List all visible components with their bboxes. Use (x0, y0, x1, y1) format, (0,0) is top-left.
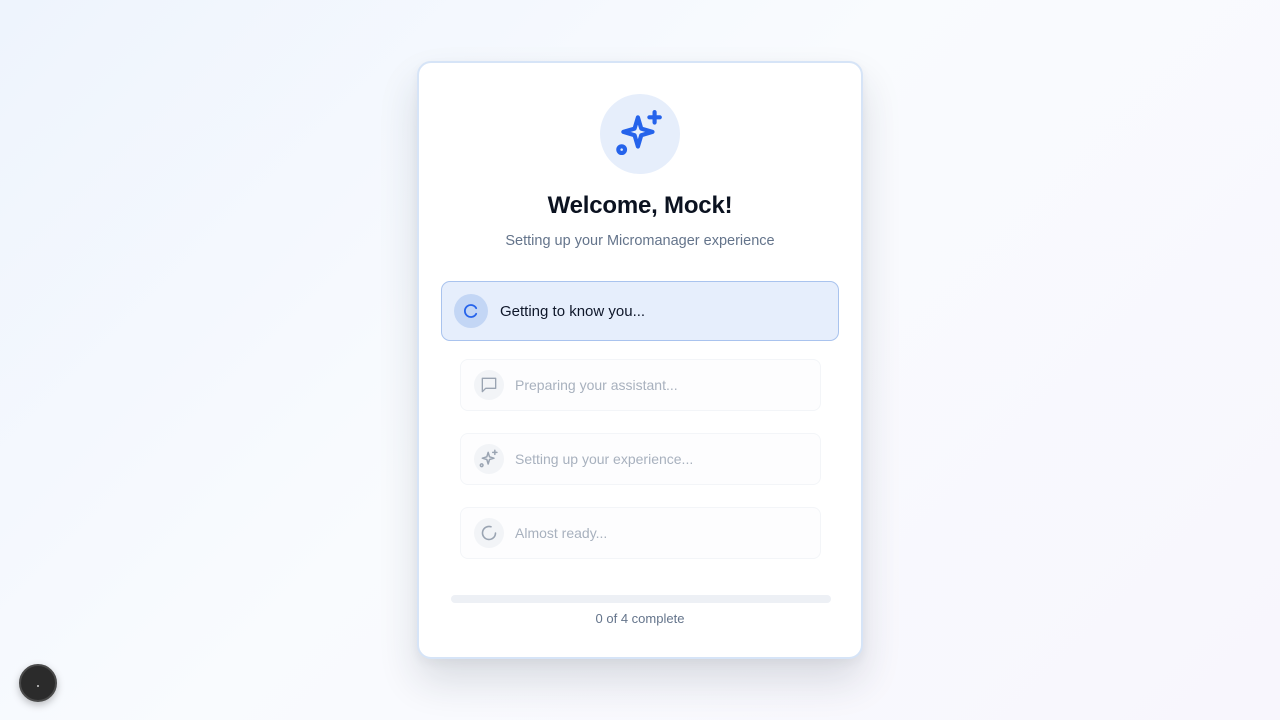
step-label: Almost ready... (515, 525, 608, 541)
progress-text: 0 of 4 complete (595, 611, 685, 626)
step-label: Setting up your experience... (515, 451, 694, 467)
step-label: Preparing your assistant... (515, 377, 678, 393)
step-preparing-assistant: Preparing your assistant... (460, 359, 821, 411)
welcome-subtitle: Setting up your Micromanager experience (505, 233, 775, 249)
step-label: Getting to know you... (500, 302, 646, 320)
chat-bubble-icon (474, 370, 504, 400)
step-setting-up-experience: Setting up your experience... (460, 433, 821, 485)
onboarding-card: Welcome, Mock! Setting up your Micromana… (417, 61, 863, 659)
spinner-icon (474, 518, 504, 548)
sparkles-icon (474, 444, 504, 474)
progress-bar (451, 595, 831, 603)
welcome-title: Welcome, Mock! (547, 192, 733, 219)
assistant-launcher-button[interactable] (19, 664, 57, 702)
dot-icon (37, 685, 39, 687)
step-getting-to-know-you: Getting to know you... (441, 281, 839, 341)
spinner-icon (454, 294, 488, 328)
step-almost-ready: Almost ready... (460, 507, 821, 559)
sparkles-icon (600, 94, 680, 174)
